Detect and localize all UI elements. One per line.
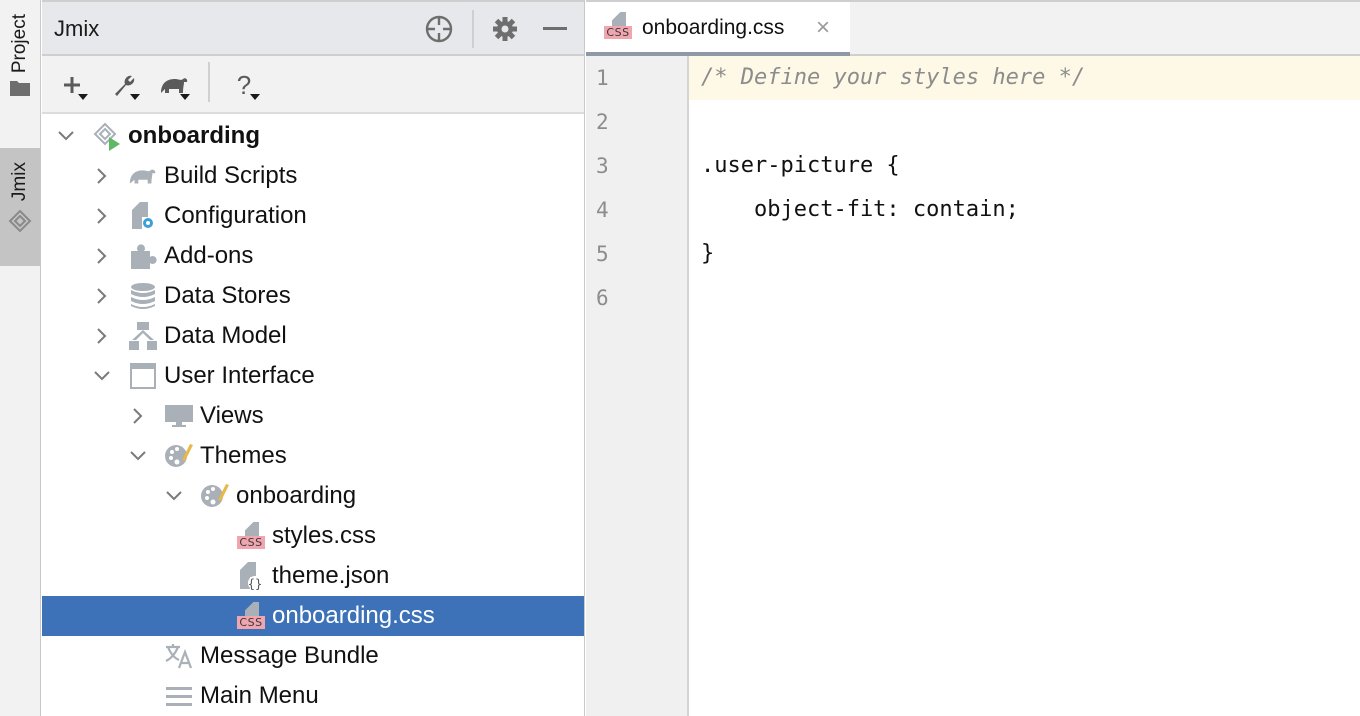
chevron-down-icon[interactable] (164, 486, 184, 506)
tree-item-label: Main Menu (200, 682, 319, 709)
tree-item-label: User Interface (164, 362, 315, 389)
header-separator (472, 10, 474, 48)
folder-icon (9, 79, 31, 97)
tree-item[interactable]: Data Stores (42, 276, 584, 316)
code-editor[interactable]: /* Define your styles here */ .user-pictu… (691, 56, 1360, 716)
line-number: 4 (596, 198, 609, 222)
chevron-down-icon[interactable] (92, 366, 112, 386)
editor-tab-bar: CSS onboarding.css × (586, 0, 1360, 56)
tree-item[interactable]: Main Menu (42, 676, 584, 716)
chevron-right-icon[interactable] (128, 406, 148, 426)
chevron-right-icon[interactable] (92, 326, 112, 346)
code-line[interactable]: } (701, 232, 714, 276)
tree-item-label: onboarding.css (272, 602, 435, 629)
jmix-project-panel: Jmix ? onboarding Build Scripts Configur… (42, 0, 585, 716)
tree-item[interactable]: Build Scripts (42, 156, 584, 196)
tree-item-label: Message Bundle (200, 642, 379, 669)
jmix-tool-window-button[interactable]: Jmix (0, 148, 40, 266)
tree-item[interactable]: CSS styles.css (42, 516, 584, 556)
line-number-gutter: 1 2 3 4 5 6 (586, 56, 689, 716)
gear-icon[interactable] (490, 14, 520, 44)
tree-item[interactable]: CSS onboarding.css (42, 596, 584, 636)
tool-window-stripe: Project Jmix (0, 0, 41, 716)
editor-area: CSS onboarding.css × 1 2 3 4 5 6 /* Define yo… (586, 0, 1360, 716)
add-dropdown-button[interactable] (54, 68, 90, 102)
tree-item-label: Views (200, 402, 264, 429)
tree-item[interactable]: User Interface (42, 356, 584, 396)
help-dropdown-button[interactable]: ? (226, 68, 262, 102)
config-file-icon (128, 201, 158, 231)
locate-icon[interactable] (424, 14, 454, 44)
wrench-dropdown-button[interactable] (106, 68, 142, 102)
tree-item[interactable]: Data Model (42, 316, 584, 356)
tree-item-label: onboarding (236, 482, 357, 509)
line-number: 5 (596, 242, 609, 266)
toolbar-separator (208, 62, 210, 102)
tree-item[interactable]: Message Bundle (42, 636, 584, 676)
minimize-icon[interactable] (540, 14, 570, 44)
tree-item[interactable]: {} theme.json (42, 556, 584, 596)
project-stripe-label: Project (9, 14, 30, 74)
panel-header: Jmix (42, 0, 584, 56)
chevron-right-icon[interactable] (92, 206, 112, 226)
tree-item-label: Data Stores (164, 282, 291, 309)
tree-item[interactable]: onboarding (42, 476, 584, 516)
css-file-icon: CSS (236, 521, 266, 551)
tree-item-label: Build Scripts (164, 162, 298, 189)
gradle-elephant-icon (128, 161, 158, 191)
gradle-dropdown-button[interactable] (156, 68, 192, 102)
editor-tab-onboarding-css[interactable]: CSS onboarding.css × (586, 2, 850, 56)
tree-item-label: styles.css (272, 522, 377, 549)
chevron-right-icon[interactable] (92, 166, 112, 186)
json-file-icon: {} (236, 561, 266, 591)
code-line[interactable]: .user-picture { (701, 144, 900, 188)
translate-icon (164, 641, 194, 671)
svg-text:{}: {} (248, 577, 262, 591)
code-line[interactable]: /* Define your styles here */ (701, 56, 1085, 100)
puzzle-icon (128, 241, 158, 271)
jmix-project-icon (92, 121, 122, 151)
code-line[interactable]: object-fit: contain; (701, 188, 1019, 232)
monitor-icon (164, 401, 194, 431)
tree-item[interactable]: Add-ons (42, 236, 584, 276)
panel-toolbar: ? (42, 56, 584, 114)
tab-label: onboarding.css (642, 16, 785, 39)
chevron-down-icon[interactable] (128, 446, 148, 466)
menu-icon (164, 681, 194, 711)
tree-item-label: Data Model (164, 322, 287, 349)
line-number: 6 (596, 286, 609, 310)
tree-item-label: onboarding (128, 122, 260, 149)
tree-item-label: theme.json (272, 562, 390, 589)
panel-title: Jmix (54, 16, 100, 41)
palette-icon (164, 441, 194, 471)
close-icon[interactable]: × (816, 16, 830, 40)
chevron-right-icon[interactable] (92, 286, 112, 306)
tree-item-label: Configuration (164, 202, 307, 229)
hierarchy-icon (128, 321, 158, 351)
chevron-down-icon[interactable] (56, 126, 76, 146)
tree-item[interactable]: Views (42, 396, 584, 436)
tree-item-label: Add-ons (164, 242, 254, 269)
palette-icon (200, 481, 230, 511)
jmix-logo-icon (8, 209, 32, 238)
line-number: 2 (596, 110, 609, 134)
tree-item[interactable]: Themes (42, 436, 584, 476)
css-file-icon: CSS (236, 601, 266, 631)
tree-item[interactable]: onboarding (42, 116, 584, 156)
database-icon (128, 281, 158, 311)
chevron-right-icon[interactable] (92, 246, 112, 266)
tree-item-label: Themes (200, 442, 287, 469)
tree-item[interactable]: Configuration (42, 196, 584, 236)
line-number: 3 (596, 154, 609, 178)
plus-icon (64, 77, 80, 93)
project-tool-window-button[interactable]: Project (0, 14, 40, 132)
jmix-stripe-label: Jmix (9, 162, 30, 202)
window-icon (128, 361, 158, 391)
line-number: 1 (596, 66, 609, 90)
